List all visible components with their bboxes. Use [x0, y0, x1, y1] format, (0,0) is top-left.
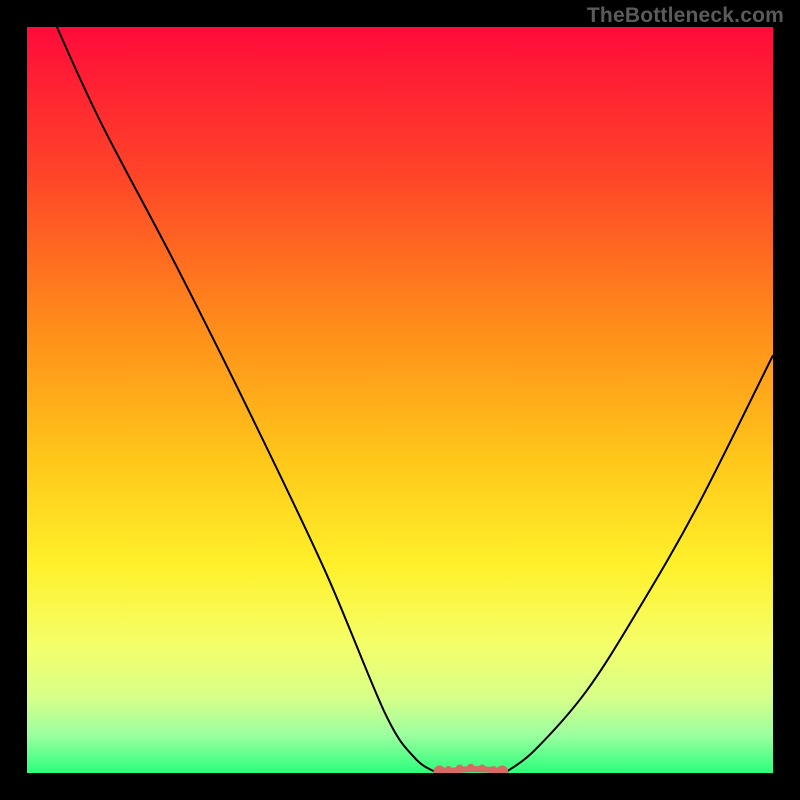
watermark-text: TheBottleneck.com	[587, 4, 784, 28]
gradient-background	[27, 27, 773, 773]
marker-dot	[456, 765, 464, 773]
marker-dot	[478, 765, 486, 773]
marker-dot	[467, 764, 475, 772]
chart-svg	[27, 27, 773, 773]
chart-frame	[27, 27, 773, 773]
